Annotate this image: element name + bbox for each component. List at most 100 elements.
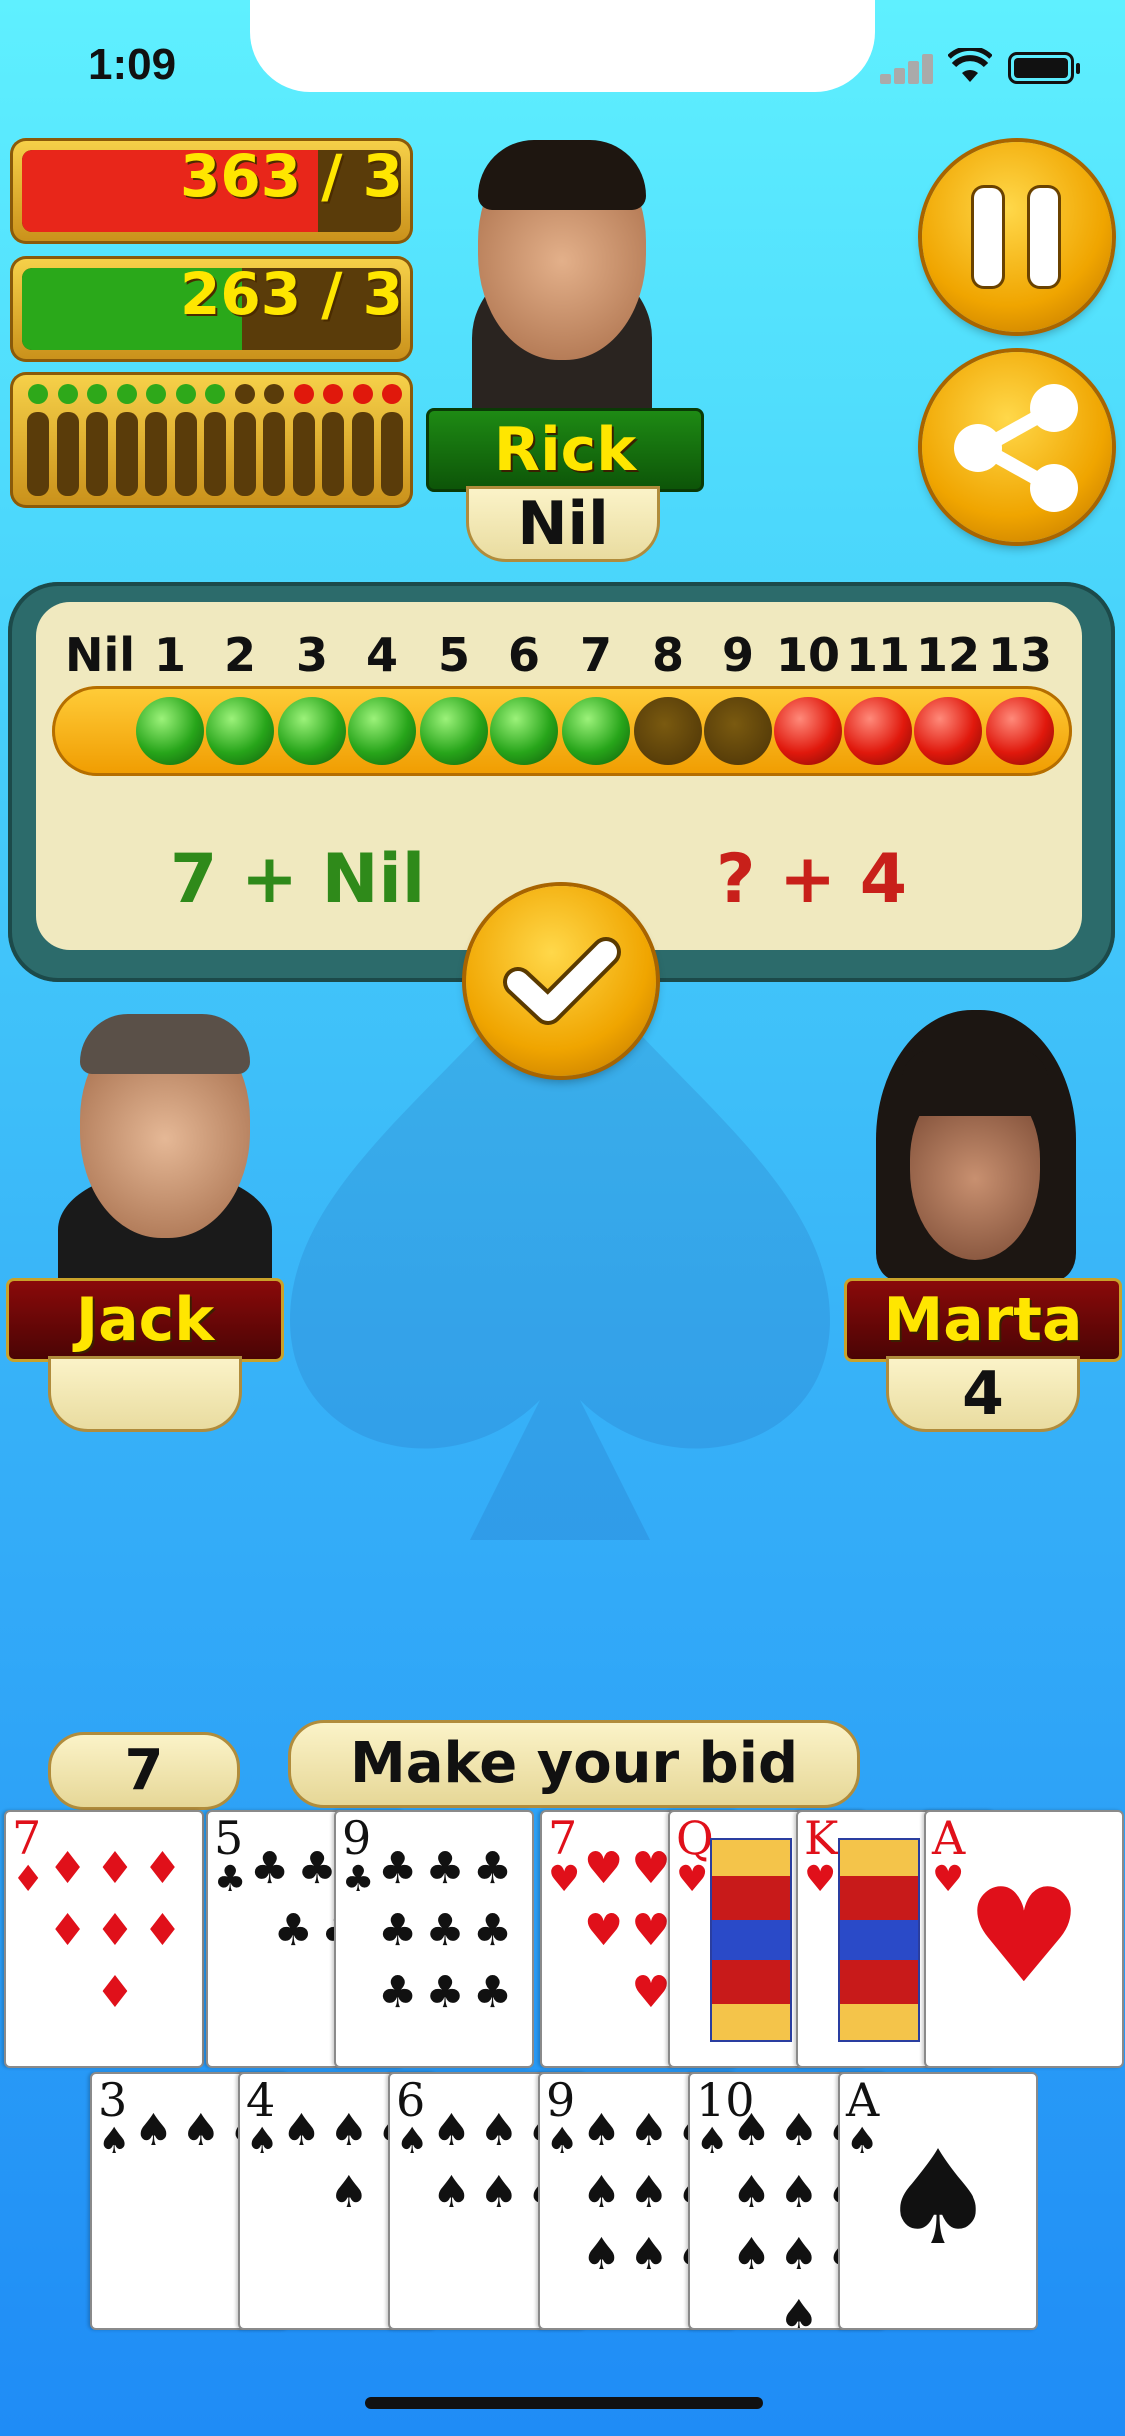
tracker-slot: [204, 412, 226, 496]
bid-ball[interactable]: [420, 697, 488, 765]
card-rank: 9: [546, 2073, 576, 2127]
card-ace-pip: ♥: [965, 1860, 1083, 2012]
tracker-dot: [205, 384, 225, 404]
card-rank: 9: [342, 1811, 372, 1865]
team-score-bar: 363 / 3: [10, 138, 413, 244]
player-bid-rick: Nil: [466, 486, 660, 562]
battery-icon: [1008, 52, 1080, 84]
card-suit-icon: ♠: [546, 2121, 579, 2162]
bid-ball[interactable]: [704, 697, 772, 765]
bid-number: 10: [775, 628, 840, 682]
card-suit-icon: ♠: [98, 2121, 131, 2162]
player-bid-marta: 4: [886, 1356, 1080, 1432]
card-suit-icon: ♥: [548, 1859, 581, 1900]
tracker-slot: [233, 412, 256, 496]
bid-ball[interactable]: [562, 697, 630, 765]
card-suit-icon: ♠: [396, 2121, 429, 2162]
card-rank: 3: [98, 2073, 128, 2127]
card-suit-icon: ♣: [214, 1859, 247, 1900]
tracker-slot: [86, 412, 108, 496]
bid-number: 5: [437, 628, 470, 682]
pause-button[interactable]: [922, 142, 1112, 332]
card-suit-icon: ♦: [12, 1859, 45, 1900]
player-name-jack: Jack: [6, 1278, 284, 1362]
opponent-bid-summary: ? + 4: [716, 840, 908, 919]
card[interactable]: 7 ♦ ♦♦♦♦♦♦♦: [4, 1810, 204, 2068]
team-score-text: 363 / 3: [180, 142, 403, 210]
bid-number: Nil: [65, 628, 136, 682]
card-pips: ♦♦♦♦♦♦♦: [47, 1843, 191, 2018]
card-rank: 5: [214, 1811, 244, 1865]
tracker-dot: [146, 384, 166, 404]
tracker-slot: [263, 412, 285, 496]
tracker-dot: [382, 384, 402, 404]
bid-number: 7: [579, 628, 612, 682]
tracker-dot: [28, 384, 48, 404]
card-rank: 7: [548, 1811, 578, 1865]
avatar-rick: [462, 140, 662, 418]
bid-ball[interactable]: [986, 697, 1054, 765]
tracker-slot: [145, 412, 167, 496]
card-pips: ♣♣♣♣♣♣♣♣♣: [377, 1843, 521, 2018]
card-suit-icon: ♠: [246, 2121, 279, 2162]
team-bid-summary: 7 + Nil: [170, 840, 426, 919]
player-bid-jack: [48, 1356, 242, 1432]
bid-ball[interactable]: [348, 697, 416, 765]
bid-number: 3: [295, 628, 328, 682]
tracker-dot: [293, 384, 314, 404]
bid-ball[interactable]: [914, 697, 982, 765]
card-ace-pip: ♠: [879, 2122, 997, 2274]
opponent-score-text: 263 / 3: [180, 260, 403, 328]
tracker-slot: [115, 412, 138, 496]
card-face-art: [710, 1838, 792, 2042]
bid-ball[interactable]: [278, 697, 346, 765]
bid-number: 8: [651, 628, 684, 682]
card-face-art: [838, 1838, 920, 2042]
card[interactable]: 9 ♣ ♣♣♣♣♣♣♣♣♣: [334, 1810, 534, 2068]
avatar-marta: [866, 1010, 1086, 1280]
tracker-dot: [234, 384, 255, 404]
make-bid-prompt: Make your bid: [288, 1720, 860, 1808]
card[interactable]: A ♥ ♥: [924, 1810, 1124, 2068]
card-rank: A: [932, 1811, 966, 1865]
tricks-tracker: [10, 372, 413, 508]
bid-number: 6: [507, 628, 540, 682]
bid-number: 4: [365, 628, 398, 682]
tracker-slot: [292, 412, 315, 496]
share-button[interactable]: [922, 352, 1112, 542]
bid-ball[interactable]: [206, 697, 274, 765]
card-suit-icon: ♥: [676, 1859, 709, 1900]
tracker-slot: [27, 412, 49, 496]
share-icon: [954, 384, 1078, 512]
bid-ball[interactable]: [136, 697, 204, 765]
card-suit-icon: ♠: [696, 2121, 729, 2162]
bid-ball[interactable]: [490, 697, 558, 765]
tracker-dot: [264, 384, 284, 404]
card-rank: 4: [246, 2073, 276, 2127]
card-rank: Q: [676, 1811, 714, 1865]
tracker-dot: [352, 384, 373, 404]
wifi-icon: [948, 48, 992, 82]
avatar-jack: [50, 1010, 280, 1290]
current-bid-count: 7: [48, 1732, 240, 1810]
tracker-slot: [174, 412, 197, 496]
tracker-dot: [87, 384, 107, 404]
card-rank: 7: [12, 1811, 42, 1865]
bid-ball[interactable]: [844, 697, 912, 765]
tracker-slot: [56, 412, 79, 496]
card-rank: 6: [396, 2073, 426, 2127]
player-name-marta: Marta: [844, 1278, 1122, 1362]
bid-number: 11: [845, 628, 910, 682]
bid-number: 1: [153, 628, 186, 682]
card-rank: K: [804, 1811, 839, 1865]
tracker-dot: [323, 384, 343, 404]
bid-ball[interactable]: [634, 697, 702, 765]
card-rank: A: [846, 2073, 880, 2127]
bid-ball[interactable]: [774, 697, 842, 765]
bid-number: 9: [721, 628, 754, 682]
notch: [250, 0, 875, 92]
card[interactable]: A ♠ ♠: [838, 2072, 1038, 2330]
home-indicator[interactable]: [365, 2397, 763, 2409]
tracker-dot: [116, 384, 137, 404]
confirm-bid-button[interactable]: [466, 886, 656, 1076]
